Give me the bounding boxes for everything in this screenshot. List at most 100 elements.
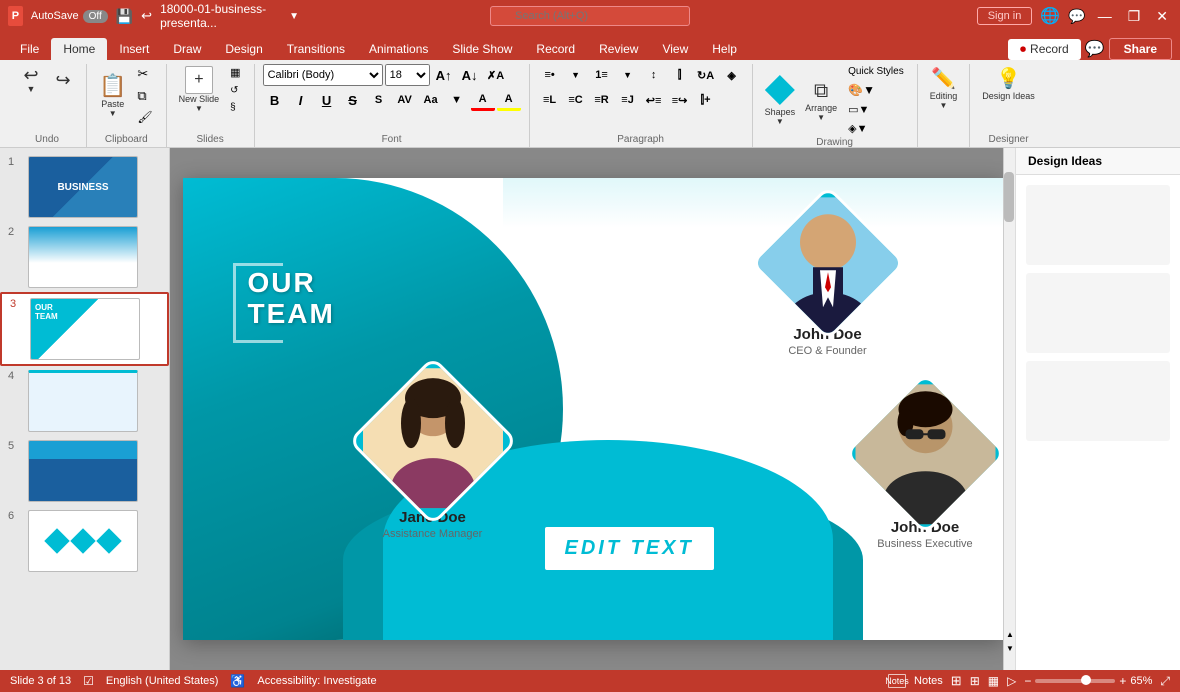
strikethrough-button[interactable]: S — [341, 89, 365, 111]
font-color-button[interactable]: A — [471, 89, 495, 111]
notes-label[interactable]: Notes — [914, 675, 943, 687]
undo-icon[interactable]: ↩ — [141, 8, 152, 24]
slide-thumb-6[interactable] — [28, 510, 138, 572]
reading-view-icon[interactable]: ▦ — [988, 674, 999, 688]
tab-design[interactable]: Design — [213, 38, 274, 60]
dropdown-icon[interactable]: ▼ — [289, 11, 299, 22]
new-slide-button[interactable]: + New Slide ▼ — [175, 64, 224, 115]
slide-thumb-4[interactable] — [28, 370, 138, 432]
slide-item-3[interactable]: 3 OURTEAM — [0, 292, 169, 366]
normal-view-icon[interactable]: ⊞ — [951, 673, 962, 689]
layout-button[interactable]: ▦ — [225, 64, 245, 81]
align-right-button[interactable]: ≡R — [590, 89, 614, 111]
person-card-1[interactable]: John Doe CEO & Founder — [773, 208, 883, 357]
tab-file[interactable]: File — [8, 38, 51, 60]
text-dir-button[interactable]: ↻A — [694, 64, 718, 86]
accessibility-icon[interactable]: ♿ — [230, 674, 245, 688]
zoom-out-icon[interactable]: − — [1024, 674, 1031, 688]
tab-draw[interactable]: Draw — [161, 38, 213, 60]
slide-thumb-5[interactable] — [28, 440, 138, 502]
share-button[interactable]: Share — [1109, 38, 1172, 60]
char-spacing-button[interactable]: AV — [393, 89, 417, 111]
align-left-button[interactable]: ≡L — [538, 89, 562, 111]
text-case-button[interactable]: Aa — [419, 89, 443, 111]
tab-view[interactable]: View — [650, 38, 700, 60]
scroll-up-arrow[interactable]: ▲ — [1004, 628, 1015, 640]
zoom-slider[interactable] — [1035, 679, 1115, 683]
comments-icon[interactable]: 💬 — [1085, 39, 1105, 59]
tab-record[interactable]: Record — [524, 38, 587, 60]
person-card-2[interactable]: Jane Doe Assistance Manager — [373, 381, 493, 540]
paste-button[interactable]: 📋 Paste ▼ — [95, 71, 130, 120]
rtl-button[interactable]: ↩≡ — [642, 89, 666, 111]
align-center-button[interactable]: ≡C — [564, 89, 588, 111]
tab-slideshow[interactable]: Slide Show — [440, 38, 524, 60]
redo-button[interactable]: ↪ — [48, 69, 78, 91]
slide-item-4[interactable]: 4 — [0, 366, 169, 436]
zoom-level[interactable]: 65% — [1130, 675, 1152, 687]
tab-review[interactable]: Review — [587, 38, 650, 60]
minimize-button[interactable]: — — [1094, 8, 1116, 24]
italic-button[interactable]: I — [289, 89, 313, 111]
font-family-select[interactable]: Calibri (Body) — [263, 64, 383, 86]
canvas-scrollbar[interactable]: ▲ ▼ — [1003, 148, 1015, 670]
shape-effects-button[interactable]: ◈▼ — [843, 120, 909, 137]
scroll-thumb[interactable] — [1004, 172, 1014, 222]
slide-item-1[interactable]: 1 BUSINESS — [0, 152, 169, 222]
idea-thumb-3[interactable] — [1026, 361, 1170, 441]
fill-color-button[interactable]: 🎨▼ — [843, 81, 909, 99]
restore-button[interactable]: ❐ — [1124, 8, 1145, 25]
slide-item-5[interactable]: 5 — [0, 436, 169, 506]
highlight-button[interactable]: A — [497, 89, 521, 111]
notes-button[interactable]: Notes — [888, 674, 906, 688]
save-icon[interactable]: 💾 — [116, 8, 133, 25]
close-button[interactable]: ✕ — [1152, 8, 1172, 25]
slide-canvas[interactable]: OUR TEAM — [183, 178, 1003, 640]
justify-button[interactable]: ≡J — [616, 89, 640, 111]
reset-button[interactable]: ↺ — [225, 83, 245, 98]
tab-transitions[interactable]: Transitions — [275, 38, 357, 60]
numbering-button[interactable]: 1≡ — [590, 64, 614, 86]
quick-styles-button[interactable]: Quick Styles — [843, 64, 909, 79]
decrease-font-button[interactable]: A↓ — [458, 64, 482, 86]
canvas-area[interactable]: OUR TEAM — [170, 148, 1015, 670]
person-card-3[interactable]: John Doe Business Executive — [868, 396, 983, 550]
slide-panel[interactable]: 1 BUSINESS 2 3 OURTEAM 4 5 6 — [0, 148, 170, 670]
editing-button[interactable]: ✏️ Editing ▼ — [926, 64, 962, 112]
cut-button[interactable]: ✂ — [132, 64, 157, 84]
text-case2-button[interactable]: ▼ — [445, 89, 469, 111]
convert-smartart[interactable]: ◈ — [720, 64, 744, 86]
slide-thumb-3[interactable]: OURTEAM — [30, 298, 140, 360]
accessibility-label[interactable]: Accessibility: Investigate — [257, 675, 376, 687]
copy-button[interactable]: ⧉ — [132, 86, 157, 106]
bold-button[interactable]: B — [263, 89, 287, 111]
slide-thumb-2[interactable] — [28, 226, 138, 288]
design-ideas-button[interactable]: 💡 Design Ideas — [978, 64, 1039, 103]
bullets-dropdown[interactable]: ▼ — [564, 64, 588, 86]
record-button[interactable]: ⏺ Record — [1008, 39, 1081, 60]
slide-thumb-1[interactable]: BUSINESS — [28, 156, 138, 218]
status-check-icon[interactable]: ☑ — [83, 674, 94, 688]
shapes-button[interactable]: Shapes ▼ — [761, 73, 800, 128]
add-columns-button[interactable]: ⫿+ — [694, 89, 718, 111]
increase-font-button[interactable]: A↑ — [432, 64, 456, 86]
undo-button[interactable]: ↩ ▼ — [16, 64, 46, 96]
tab-help[interactable]: Help — [700, 38, 749, 60]
zoom-in-icon[interactable]: + — [1119, 674, 1126, 688]
slide-show-icon[interactable]: ▷ — [1007, 674, 1016, 688]
ltr-button[interactable]: ≡↪ — [668, 89, 692, 111]
idea-thumb-2[interactable] — [1026, 273, 1170, 353]
numbering-dropdown[interactable]: ▼ — [616, 64, 640, 86]
slide-item-2[interactable]: 2 — [0, 222, 169, 292]
outline-color-button[interactable]: ▭▼ — [843, 101, 909, 118]
shadow-button[interactable]: S — [367, 89, 391, 111]
globe-icon[interactable]: 🌐 — [1040, 6, 1060, 26]
format-painter-button[interactable]: 🖌 — [132, 108, 157, 126]
columns-button[interactable]: ⫿ — [668, 64, 692, 86]
search-input[interactable] — [490, 6, 690, 26]
scroll-down-arrow[interactable]: ▼ — [1004, 642, 1015, 654]
fit-window-icon[interactable]: ⤢ — [1160, 674, 1170, 689]
bullets-button[interactable]: ≡• — [538, 64, 562, 86]
language-label[interactable]: English (United States) — [106, 675, 219, 687]
tab-insert[interactable]: Insert — [107, 38, 161, 60]
